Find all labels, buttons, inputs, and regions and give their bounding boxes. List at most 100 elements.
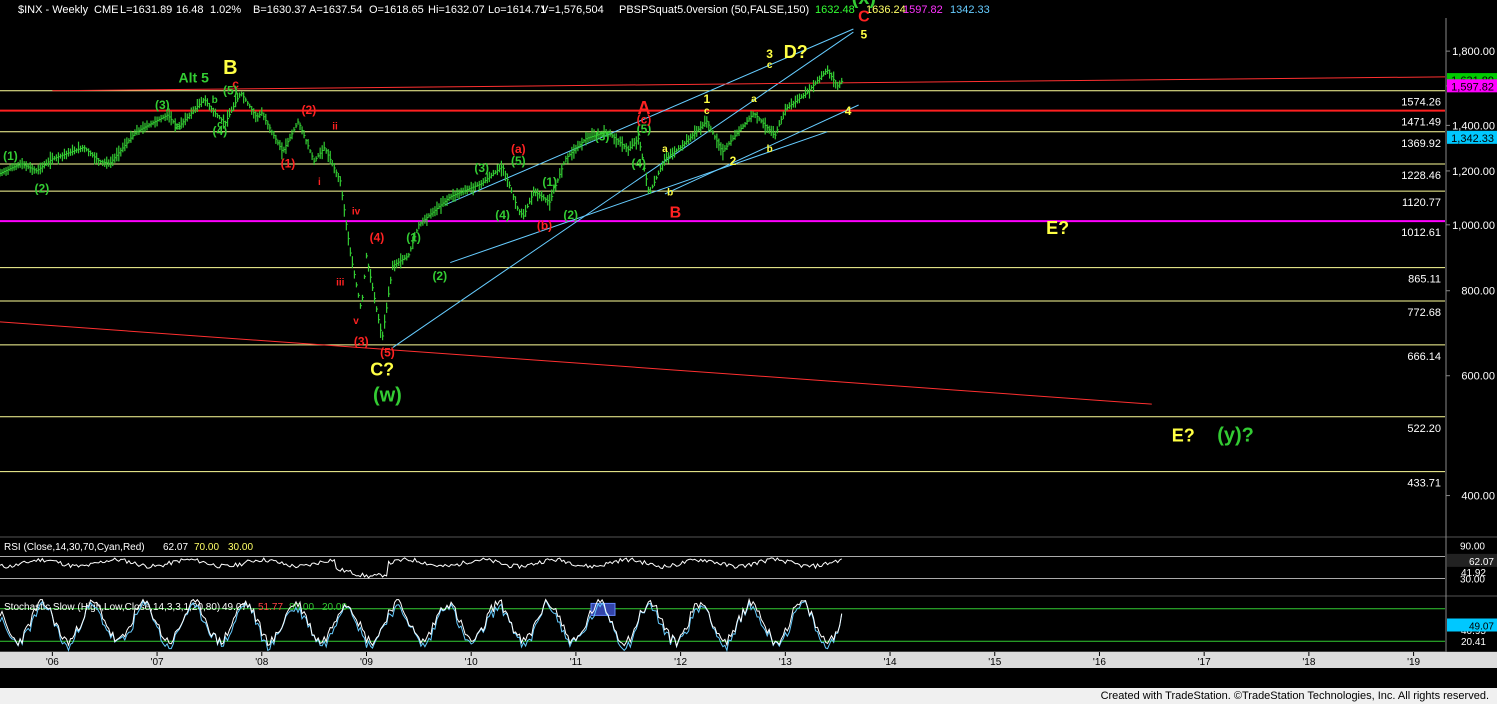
chart-canvas[interactable]: $INX - Weekly CME L=1631.89 16.48 1.02% B=163… [0,0,1497,704]
level-label: 1369.92 [1401,138,1441,150]
wave-label: (b) [537,218,552,232]
wave-label: (2) [302,103,317,117]
wave-label: E? [1172,426,1195,446]
price-tick-label: 400.00 [1461,491,1495,503]
wave-label: (4) [213,124,228,138]
rsi-axis-label: 90.00 [1460,542,1485,553]
wave-label: (4) [370,231,385,245]
time-tick-label: '11 [570,657,583,668]
level-label: 1012.61 [1401,227,1441,239]
wave-label: (2) [563,208,578,222]
price-tick-label: 1,800.00 [1452,46,1495,58]
time-tick-label: '16 [1093,657,1106,668]
header-field: 1342.33 [950,4,990,16]
header-field: B=1630.37 [253,4,307,16]
wave-label: (3) [595,130,610,144]
wave-label: ii [332,122,338,133]
wave-label: A [637,98,650,118]
time-tick-label: '08 [255,657,268,668]
time-tick-label: '14 [884,657,897,668]
wave-label: (1) [281,156,296,170]
header-field: 16.48 [176,4,204,16]
header-field: PBSPSquat5.0version (50,FALSE,150) [619,4,809,16]
price-tag-label: 1,597.82 [1451,81,1494,93]
header-field: O=1618.65 [369,4,424,16]
wave-label: 1 [703,92,710,106]
level-label: 1120.77 [1402,197,1441,209]
wave-label: (3) [155,98,170,112]
wave-label: v [353,316,359,327]
wave-label: (3) [474,161,489,175]
time-tick-label: '18 [1302,657,1315,668]
time-tick-label: '07 [151,657,164,668]
header-field: 1.02% [210,4,241,16]
level-label: 666.14 [1407,351,1441,363]
wave-label: c [704,106,710,117]
wave-label: (4) [631,156,646,170]
wave-label: (1) [542,175,557,189]
price-tick-label: 800.00 [1461,286,1495,298]
wave-label: i [318,177,321,188]
time-tick-label: '09 [360,657,373,668]
rsi-tag-label: 62.07 [1469,557,1494,568]
time-tick-label: '19 [1407,657,1420,668]
stoch-d: 51.77 [258,602,283,613]
time-tick-label: '06 [46,657,59,668]
wave-label: B [670,205,682,222]
header-field: CME [94,4,118,16]
wave-label: Alt 5 [179,69,210,85]
time-tick-label: '17 [1198,657,1211,668]
header-field: A=1637.54 [309,4,363,16]
level-label: 522.20 [1407,423,1441,435]
rsi-lower: 30.00 [228,542,253,553]
rsi-upper: 70.00 [194,542,219,553]
price-tick-label: 1,200.00 [1452,166,1495,178]
stoch-tag-label: 49.07 [1469,622,1494,633]
rsi-title: RSI (Close,14,30,70,Cyan,Red) [4,542,145,553]
level-label: 772.68 [1407,307,1441,319]
header-field: $INX - Weekly [18,4,89,16]
level-label: 1228.46 [1401,170,1441,182]
header-field: L=1631.89 [120,4,172,16]
wave-label: 2 [730,154,737,168]
level-label: 1471.49 [1401,117,1441,129]
time-tick-label: '12 [674,657,687,668]
price-tick-label: 600.00 [1461,371,1495,383]
wave-label: 3 [766,47,773,61]
header-field: 1632.48 [815,4,855,16]
rsi-value: 62.07 [163,542,188,553]
wave-label: c [767,60,773,71]
stoch-tag-label: 20.41 [1461,637,1486,648]
wave-label: (3) [354,334,369,348]
wave-label: (2) [432,269,447,283]
rsi-tag-label: 41.92 [1461,568,1486,579]
wave-label: a [751,94,757,105]
wave-label: (5) [380,346,395,360]
header-field: 1597.82 [903,4,943,16]
wave-label: (y)? [1217,425,1254,447]
price-tick-label: 1,400.00 [1452,120,1495,132]
level-label: 865.11 [1408,274,1441,286]
level-label: 433.71 [1407,478,1441,490]
time-tick-label: '10 [465,657,478,668]
level-label: 1574.26 [1401,97,1441,109]
time-tick-label: '13 [779,657,792,668]
wave-label: iii [336,277,345,288]
wave-label: b [767,144,773,155]
header-field: Hi=1632.07 [428,4,485,16]
time-tick-label: '15 [988,657,1001,668]
wave-label: (2) [35,182,50,196]
chart-background [0,0,1497,704]
wave-label: (1) [3,149,18,163]
wave-label: (1) [406,231,421,245]
wave-label: (4) [495,208,510,222]
time-axis-strip [0,652,1497,668]
price-tick-label: 1,000.00 [1452,220,1495,232]
header-field: Lo=1614.71 [488,4,546,16]
wave-label: (w) [373,384,402,406]
wave-label: a [175,122,181,133]
wave-label: C? [370,360,394,380]
wave-label: 5 [861,27,868,41]
wave-label: (a) [511,142,526,156]
wave-label: (5) [223,83,238,97]
